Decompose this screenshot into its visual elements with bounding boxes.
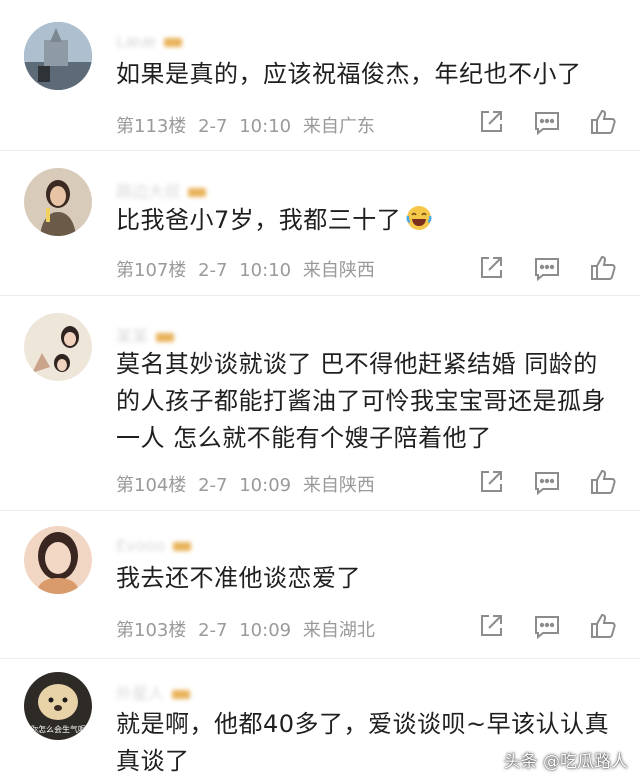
username[interactable]: 外星人 xyxy=(116,680,191,703)
comment-meta: 第103楼 2-7 10:09 来自湖北 xyxy=(116,616,375,642)
thumbs-up-icon[interactable] xyxy=(588,467,618,497)
username[interactable]: Lææ xyxy=(116,32,183,51)
comment-icon[interactable] xyxy=(532,611,562,641)
comment-meta: 第104楼 2-7 10:09 来自陕西 xyxy=(116,471,375,497)
avatar[interactable] xyxy=(24,22,92,90)
comment-text: 如果是真的，应该祝福俊杰，年纪也不小了 xyxy=(116,60,582,88)
comment-actions xyxy=(476,107,626,137)
comment-meta: 第107楼 2-7 10:10 来自陕西 xyxy=(116,256,375,282)
thumbs-up-icon[interactable] xyxy=(588,611,618,641)
watermark: 头条 @吃瓜路人 xyxy=(503,752,628,772)
thumbs-up-icon[interactable] xyxy=(588,253,618,283)
comment-actions xyxy=(476,467,626,497)
comment-meta: 第113楼 2-7 10:10 来自广东 xyxy=(116,112,375,138)
username[interactable]: 路边大叔 xyxy=(116,178,207,201)
comment-time: 10:10 xyxy=(239,260,292,281)
avatar[interactable]: 你怎么会生气呢 xyxy=(24,672,92,740)
user-badge xyxy=(172,690,191,699)
comment-text: 我去还不准他谈恋爱了 xyxy=(116,564,361,592)
floor-number: 第103楼 xyxy=(116,620,187,641)
comment-date: 2-7 xyxy=(198,475,228,496)
comment-time: 10:10 xyxy=(239,116,292,137)
share-icon[interactable] xyxy=(476,467,506,497)
comment-text: 莫名其妙谈就谈了 巴不得他赶紧结婚 同龄的的人孩子都能打酱油了可怜我宝宝哥还是孤… xyxy=(116,350,606,452)
comment-location: 来自湖北 xyxy=(302,620,375,641)
floor-number: 第113楼 xyxy=(116,116,187,137)
comment-location: 来自广东 xyxy=(302,116,375,137)
comment-time: 10:09 xyxy=(239,620,292,641)
comment-text: 比我爸小7岁，我都三十了 xyxy=(116,202,616,239)
user-badge xyxy=(188,188,207,197)
comment-actions xyxy=(476,253,626,283)
share-icon[interactable] xyxy=(476,611,506,641)
user-badge xyxy=(172,542,191,551)
comment-item: Lææ 如果是真的，应该祝福俊杰，年纪也不小了 第113楼 2-7 10:10 … xyxy=(0,0,640,150)
laughing-tears-emoji xyxy=(405,204,433,232)
comment-icon[interactable] xyxy=(532,467,562,497)
comment-date: 2-7 xyxy=(198,620,228,641)
share-icon[interactable] xyxy=(476,107,506,137)
thumbs-up-icon[interactable] xyxy=(588,107,618,137)
user-badge xyxy=(156,333,175,342)
comment-actions xyxy=(476,611,626,641)
comment-location: 来自陕西 xyxy=(302,475,375,496)
comment-icon[interactable] xyxy=(532,253,562,283)
comment-location: 来自陕西 xyxy=(302,260,375,281)
comment-icon[interactable] xyxy=(532,107,562,137)
comment-item: 某某 莫名其妙谈就谈了 巴不得他赶紧结婚 同龄的的人孩子都能打酱油了可怜我宝宝哥… xyxy=(0,295,640,510)
comment-date: 2-7 xyxy=(198,260,228,281)
floor-number: 第104楼 xyxy=(116,475,187,496)
share-icon[interactable] xyxy=(476,253,506,283)
avatar-caption: 你怎么会生气呢 xyxy=(30,724,86,734)
comment-item: Evooo 我去还不准他谈恋爱了 第103楼 2-7 10:09 来自湖北 xyxy=(0,510,640,658)
comment-item: 路边大叔 比我爸小7岁，我都三十了 第107楼 2-7 10:10 来自陕西 xyxy=(0,150,640,295)
user-badge xyxy=(164,38,183,47)
username[interactable]: 某某 xyxy=(116,323,175,346)
avatar[interactable] xyxy=(24,313,92,381)
floor-number: 第107楼 xyxy=(116,260,187,281)
avatar[interactable] xyxy=(24,526,92,594)
comment-time: 10:09 xyxy=(239,475,292,496)
avatar[interactable] xyxy=(24,168,92,236)
comment-date: 2-7 xyxy=(198,116,228,137)
username[interactable]: Evooo xyxy=(116,536,191,555)
